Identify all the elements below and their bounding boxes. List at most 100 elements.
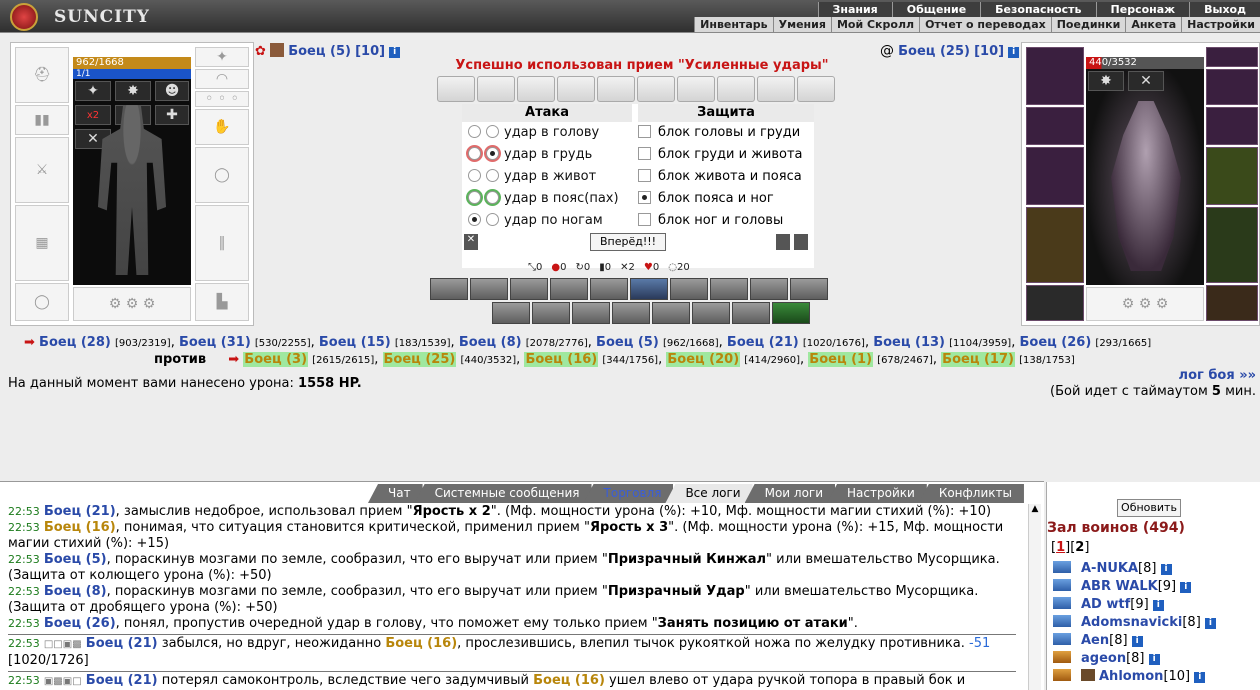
block-head-chest[interactable]: блок головы и груди (638, 122, 800, 144)
fighter-link[interactable]: Боец (25) (382, 352, 457, 367)
opp-boots-slot[interactable] (1206, 285, 1258, 321)
fighter-link[interactable]: Боец (20) (666, 352, 741, 367)
skill-icon[interactable] (732, 302, 770, 324)
attack-radio-a[interactable] (468, 147, 481, 160)
skill-icon[interactable] (772, 302, 810, 324)
submenu-settings[interactable]: Настройки (1181, 17, 1260, 32)
fighter-link[interactable]: Боец (13) (873, 335, 945, 350)
shield-slot[interactable]: ◯ (195, 147, 249, 203)
fighter-link[interactable]: Боец (16) (385, 636, 457, 651)
attack-radio-a[interactable] (468, 213, 481, 226)
menu-social[interactable]: Общение (891, 2, 981, 17)
skill-icon[interactable] (670, 278, 708, 300)
tab-all-logs[interactable]: Все логи (665, 484, 753, 503)
opp-helmet-slot[interactable] (1026, 47, 1084, 105)
fighter-link[interactable]: Боец (21) (86, 673, 158, 688)
ring-slots[interactable]: ◦ ◦ ◦ (195, 91, 249, 107)
user-row[interactable]: ageon[8] i (1053, 650, 1160, 668)
menu-character[interactable]: Персонаж (1095, 2, 1190, 17)
skill-icon[interactable] (510, 278, 548, 300)
block-radio[interactable] (638, 213, 651, 226)
attack-groin[interactable]: удар в пояс(пах) (462, 188, 619, 210)
fighter-link[interactable]: Боец (8) (459, 335, 522, 350)
opp-shield-slot[interactable] (1206, 147, 1258, 205)
fighter-link[interactable]: Боец (21) (727, 335, 799, 350)
skill-icon[interactable] (790, 278, 828, 300)
opp-gloves-slot[interactable] (1206, 107, 1258, 145)
legs-slot[interactable]: ‖ (195, 205, 249, 281)
opp-bracers-slot[interactable] (1026, 107, 1084, 145)
attack-radio-b[interactable] (486, 213, 499, 226)
info-icon[interactable]: i (1204, 618, 1216, 629)
scroll-slot[interactable] (557, 76, 595, 102)
user-row[interactable]: A-NUKA[8] i (1053, 560, 1172, 578)
fighter-link[interactable]: Боец (17) (941, 352, 1015, 367)
skill-icon[interactable] (532, 302, 570, 324)
scroll-slot[interactable] (797, 76, 835, 102)
tab-settings[interactable]: Настройки (827, 484, 927, 503)
armor-slot[interactable]: ▦ (15, 205, 69, 281)
block-waist-legs[interactable]: блок пояса и ног (638, 188, 774, 210)
opp-armor-slot[interactable] (1026, 207, 1084, 283)
info-icon[interactable]: i (389, 47, 401, 58)
info-icon[interactable]: i (1194, 672, 1206, 683)
scroll-slot[interactable] (517, 76, 555, 102)
opp-effect-icon-2[interactable]: ✕ (1128, 71, 1164, 91)
opp-ring-slots[interactable] (1206, 69, 1258, 105)
block-radio[interactable] (638, 125, 651, 138)
fighter-link[interactable]: Боец (26) (44, 616, 116, 631)
fighter-link[interactable]: Боец (21) (86, 636, 158, 651)
effect-icon-3[interactable]: ☻ (155, 81, 189, 101)
attack-radio-b[interactable] (486, 125, 499, 138)
skill-icon[interactable] (630, 278, 668, 300)
fighter-link[interactable]: Боец (1) (808, 352, 874, 367)
attack-radio-b[interactable] (486, 169, 499, 182)
shield-x-icon[interactable]: ✕ (464, 234, 478, 250)
refresh-button[interactable]: Обновить (1117, 499, 1181, 517)
fighter-link[interactable]: Боец (16) (524, 352, 599, 367)
boots-slot[interactable]: ▙ (195, 283, 249, 321)
scroll-slot[interactable] (437, 76, 475, 102)
right-fighter-name[interactable]: Боец (25) (898, 44, 970, 59)
weapon-slot[interactable]: ⚔ (15, 137, 69, 203)
page-1-link[interactable]: 1 (1056, 540, 1065, 555)
scroll-slot[interactable] (757, 76, 795, 102)
bracers-slot[interactable]: ▮▮ (15, 105, 69, 135)
tab-system[interactable]: Системные сообщения (414, 484, 592, 503)
attack-belly[interactable]: удар в живот (462, 166, 596, 188)
skill-icon[interactable] (652, 302, 690, 324)
submenu-inventory[interactable]: Инвентарь (694, 17, 772, 32)
tab-chat[interactable]: Чат (368, 484, 423, 503)
fighter-link[interactable]: Боец (31) (179, 335, 251, 350)
scroll-slot[interactable] (717, 76, 755, 102)
info-icon[interactable]: i (1160, 564, 1172, 575)
attack-radio-a[interactable] (468, 169, 481, 182)
skill-icon[interactable] (492, 302, 530, 324)
auto-defense-icon[interactable] (794, 234, 808, 250)
log-scrollbar[interactable]: ▲ (1028, 504, 1041, 690)
battle-log-link[interactable]: лог боя »» (1179, 368, 1256, 383)
fighter-link[interactable]: Боец (21) (44, 504, 116, 519)
opp-earring-slot[interactable] (1206, 47, 1258, 67)
effect-icon-6[interactable]: ✚ (155, 105, 189, 125)
fighter-link[interactable]: Боец (26) (1019, 335, 1091, 350)
tab-conflicts[interactable]: Конфликты (918, 484, 1024, 503)
skill-icon[interactable] (550, 278, 588, 300)
attack-radio-a[interactable] (468, 125, 481, 138)
user-row[interactable]: AD wtf[9] i (1053, 596, 1164, 614)
skill-icon[interactable] (430, 278, 468, 300)
attack-chest[interactable]: удар в грудь (462, 144, 592, 166)
opp-potion-slots[interactable]: ⚙ ⚙ ⚙ (1086, 287, 1204, 321)
info-icon[interactable]: i (1180, 582, 1192, 593)
necklace-slot[interactable]: ◠ (195, 69, 249, 89)
fighter-link[interactable]: Боец (15) (319, 335, 391, 350)
block-radio[interactable] (638, 169, 651, 182)
suncity-logo[interactable]: SUNCITY (6, 3, 156, 31)
scroll-slot[interactable] (597, 76, 635, 102)
fighter-link[interactable]: Боец (16) (533, 673, 605, 688)
menu-knowledge[interactable]: Знания (817, 2, 892, 17)
fighter-link[interactable]: Боец (16) (44, 520, 116, 535)
fighter-link[interactable]: Боец (8) (44, 584, 107, 599)
effect-icon-4[interactable]: x2 (75, 105, 111, 125)
submenu-transfers[interactable]: Отчет о переводах (919, 17, 1051, 32)
